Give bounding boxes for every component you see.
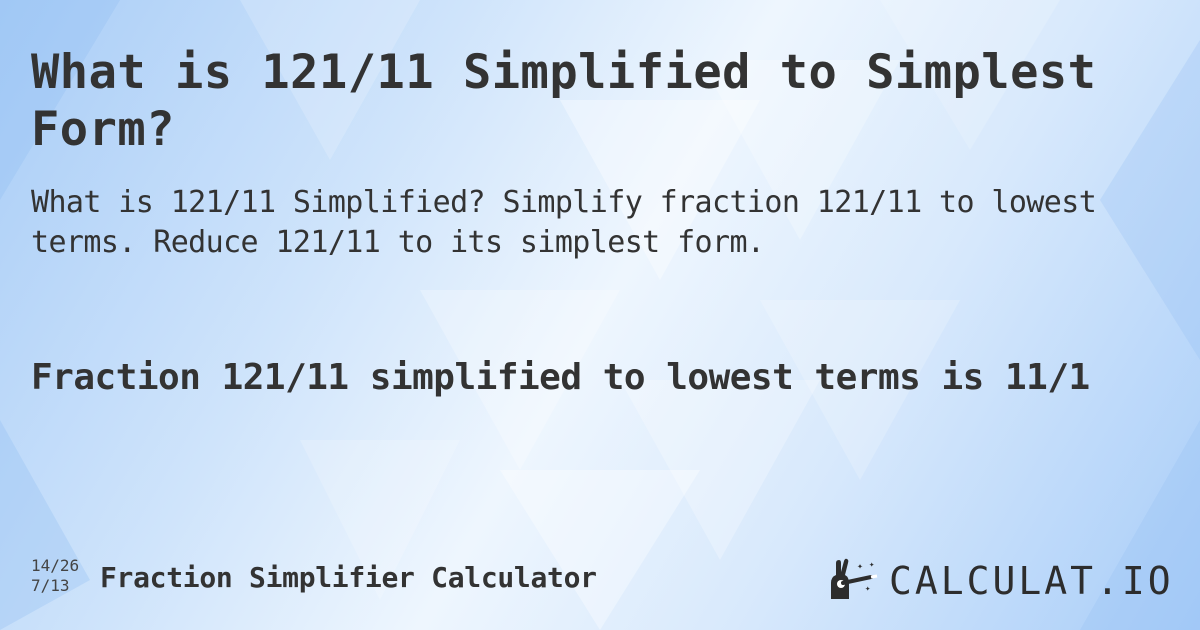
svg-text:✦: ✦ (869, 560, 875, 570)
fraction-example-bottom: 7/13 (31, 576, 70, 595)
svg-text:✦: ✦ (865, 584, 871, 594)
calculator-name: Fraction Simplifier Calculator (100, 561, 597, 594)
fraction-example-top: 14/26 (31, 556, 80, 575)
result-statement: Fraction 121/11 simplified to lowest ter… (31, 357, 1090, 398)
page-title: What is 121/11 Simplified to Simplest Fo… (31, 45, 1097, 157)
calculat-io-logo[interactable]: ✦ ✦ ✦ CALCULAT.IO (827, 557, 1174, 605)
magic-wand-hand-icon: ✦ ✦ ✦ (827, 557, 881, 605)
logo-text: CALCULAT.IO (889, 559, 1174, 603)
svg-text:✦: ✦ (857, 561, 863, 572)
page-description: What is 121/11 Simplified? Simplify frac… (31, 185, 1097, 260)
footer-fraction-example: 14/26 7/13 (31, 556, 79, 596)
